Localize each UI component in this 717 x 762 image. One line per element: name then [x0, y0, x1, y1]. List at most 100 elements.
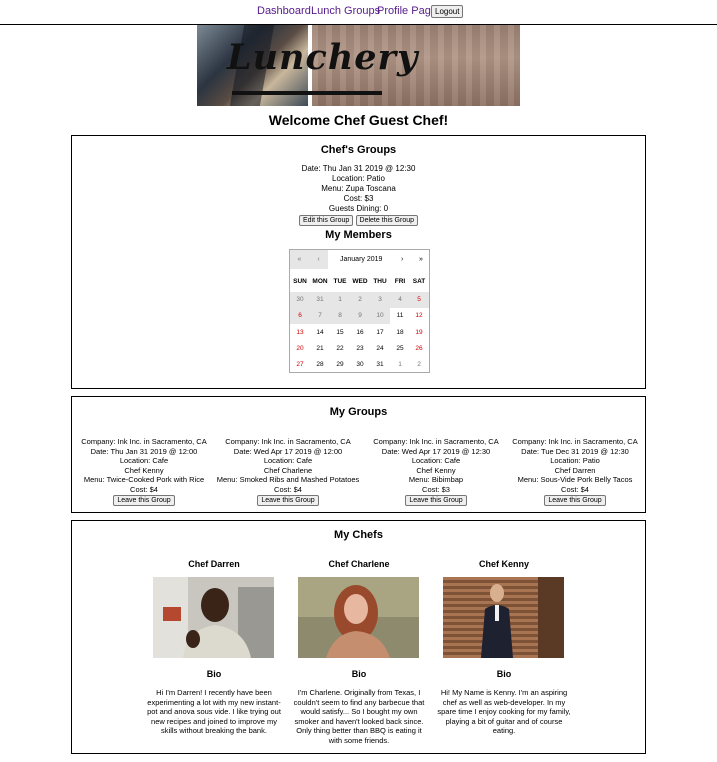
delete-group-button[interactable]: Delete this Group [355, 215, 419, 226]
lunchery-logo: Lunchery [227, 37, 419, 78]
calendar-day[interactable]: 8 [330, 308, 350, 325]
calendar-day[interactable]: 14 [310, 325, 330, 341]
prev-month-button[interactable]: ‹ [309, 250, 328, 269]
group-menu: Menu: Zupa Toscana [321, 184, 396, 193]
group-date: Date: Wed Apr 17 2019 @ 12:30 [381, 446, 491, 456]
my-groups-panel: My Groups Company: Ink Inc. in Sacrament… [71, 396, 646, 513]
group-chef: Chef Darren [554, 465, 596, 475]
calendar-day[interactable]: 1 [390, 357, 410, 373]
group-location: Location: Cafe [263, 456, 313, 466]
chef-bio: I'm Charlene. Originally from Texas, I c… [293, 688, 425, 745]
group-menu: Menu: Smoked Ribs and Mashed Potatoes [216, 475, 360, 485]
chef-name: Chef Kenny [478, 559, 529, 569]
group-card: Company: Ink Inc. in Sacramento, CA Date… [217, 437, 359, 506]
group-card: Company: Ink Inc. in Sacramento, CA Date… [366, 437, 506, 506]
group-menu: Menu: Bibimbap [408, 475, 464, 485]
group-menu: Menu: Twice-Cooked Pork with Rice [83, 475, 205, 485]
bio-heading: Bio [351, 669, 367, 679]
my-members-title: My Members [325, 229, 392, 241]
leave-group-button[interactable]: Leave this Group [257, 494, 319, 506]
leave-group-button[interactable]: Leave this Group [405, 494, 467, 506]
leave-group-button[interactable]: Leave this Group [544, 494, 606, 506]
chef-darren-photo [153, 577, 274, 658]
weekday-label: TUE [333, 278, 347, 285]
group-date: Date: Thu Jan 31 2019 @ 12:00 [90, 446, 198, 456]
chef-charlene-photo [298, 577, 419, 658]
calendar-day[interactable]: 31 [310, 292, 330, 308]
weekday-label: SAT [412, 278, 426, 285]
calendar-day[interactable]: 28 [310, 357, 330, 373]
calendar-day[interactable]: 22 [330, 341, 350, 357]
weekday-label: THU [373, 278, 387, 285]
calendar-day[interactable]: 7 [310, 308, 330, 325]
group-cost: Cost: $4 [130, 484, 158, 494]
calendar-month-label[interactable]: January 2019 [340, 256, 382, 263]
group-location: Location: Patio [332, 174, 385, 183]
next-year-button[interactable]: » [419, 256, 423, 263]
leave-group-button[interactable]: Leave this Group [113, 494, 175, 506]
calendar-day[interactable]: 5 [409, 292, 429, 308]
calendar-day[interactable]: 19 [409, 325, 429, 341]
calendar-day[interactable]: 2 [350, 292, 370, 308]
bio-heading: Bio [206, 669, 222, 679]
calendar-day[interactable]: 25 [390, 341, 410, 357]
calendar-day[interactable]: 26 [409, 341, 429, 357]
bio-heading: Bio [496, 669, 512, 679]
calendar-day[interactable]: 11 [390, 308, 410, 324]
calendar-day[interactable]: 30 [290, 292, 310, 308]
nav-link-dashboard[interactable]: Dashboard [257, 5, 311, 17]
calendar-day[interactable]: 10 [370, 308, 390, 325]
calendar-day[interactable]: 17 [370, 325, 390, 341]
nav-link-profile[interactable]: Profile Page [377, 5, 437, 17]
edit-group-button[interactable]: Edit this Group [298, 215, 354, 226]
group-location: Location: Cafe [119, 456, 169, 466]
group-company: Company: Ink Inc. in Sacramento, CA [373, 437, 499, 446]
calendar-day[interactable]: 23 [350, 341, 370, 357]
calendar-day[interactable]: 31 [370, 357, 390, 373]
group-cost: Cost: $4 [274, 484, 302, 494]
calendar-day[interactable]: 4 [390, 292, 410, 308]
group-card: Company: Ink Inc. in Sacramento, CA Date… [505, 437, 645, 506]
calendar-day[interactable]: 27 [290, 357, 310, 373]
group-date: Date: Thu Jan 31 2019 @ 12:30 [301, 164, 416, 173]
group-date: Date: Wed Apr 17 2019 @ 12:00 [233, 446, 343, 456]
my-chefs-panel: My Chefs Chef Darren Bio Hi I'm Darren! … [71, 520, 646, 754]
calendar-day[interactable]: 9 [350, 308, 370, 325]
weekday-label: SUN [293, 278, 307, 285]
prev-year-button[interactable]: « [290, 250, 309, 269]
group-company: Company: Ink Inc. in Sacramento, CA [81, 437, 207, 446]
group-cost: Cost: $3 [422, 484, 450, 494]
group-chef: Chef Kenny [124, 465, 164, 475]
group-card: Company: Ink Inc. in Sacramento, CA Date… [74, 437, 214, 506]
group-cost: Cost: $3 [343, 194, 374, 203]
calendar-day[interactable]: 20 [290, 341, 310, 357]
calendar-day[interactable]: 21 [310, 341, 330, 357]
calendar-day[interactable]: 6 [290, 308, 310, 325]
calendar-day[interactable]: 29 [330, 357, 350, 373]
members-calendar: « ‹ January 2019 › » SUN MON TUE WED THU… [289, 249, 430, 373]
group-location: Location: Cafe [411, 456, 461, 466]
group-menu: Menu: Sous-Vide Pork Belly Tacos [517, 475, 633, 485]
group-chef: Chef Charlene [263, 465, 313, 475]
calendar-day[interactable]: 24 [370, 341, 390, 357]
calendar-day[interactable]: 16 [350, 325, 370, 341]
chef-kenny-photo [443, 577, 564, 658]
chef-card: Chef Charlene Bio I'm Charlene. Original… [289, 559, 429, 745]
logout-button[interactable]: Logout [431, 5, 464, 18]
calendar-day[interactable]: 13 [290, 325, 310, 341]
nav-link-lunch-groups[interactable]: Lunch Groups [311, 5, 380, 17]
calendar-day[interactable]: 12 [409, 308, 429, 324]
group-date: Date: Tue Dec 31 2019 @ 12:30 [521, 446, 629, 456]
next-month-button[interactable]: › [401, 256, 403, 263]
calendar-day[interactable]: 30 [350, 357, 370, 373]
calendar-day[interactable]: 1 [330, 292, 350, 308]
calendar-day[interactable]: 2 [409, 357, 429, 373]
calendar-day[interactable]: 15 [330, 325, 350, 341]
calendar-navigation: « ‹ January 2019 › » [290, 250, 429, 269]
chef-card: Chef Kenny Bio Hi! My Name is Kenny. I'm… [434, 559, 574, 735]
top-nav: Dashboard Lunch Groups Profile Page Logo… [0, 0, 717, 25]
calendar-day[interactable]: 3 [370, 292, 390, 308]
chefs-group-details: Date: Thu Jan 31 2019 @ 12:30 Location: … [72, 164, 645, 226]
calendar-day[interactable]: 18 [390, 325, 410, 341]
group-company: Company: Ink Inc. in Sacramento, CA [225, 437, 351, 446]
